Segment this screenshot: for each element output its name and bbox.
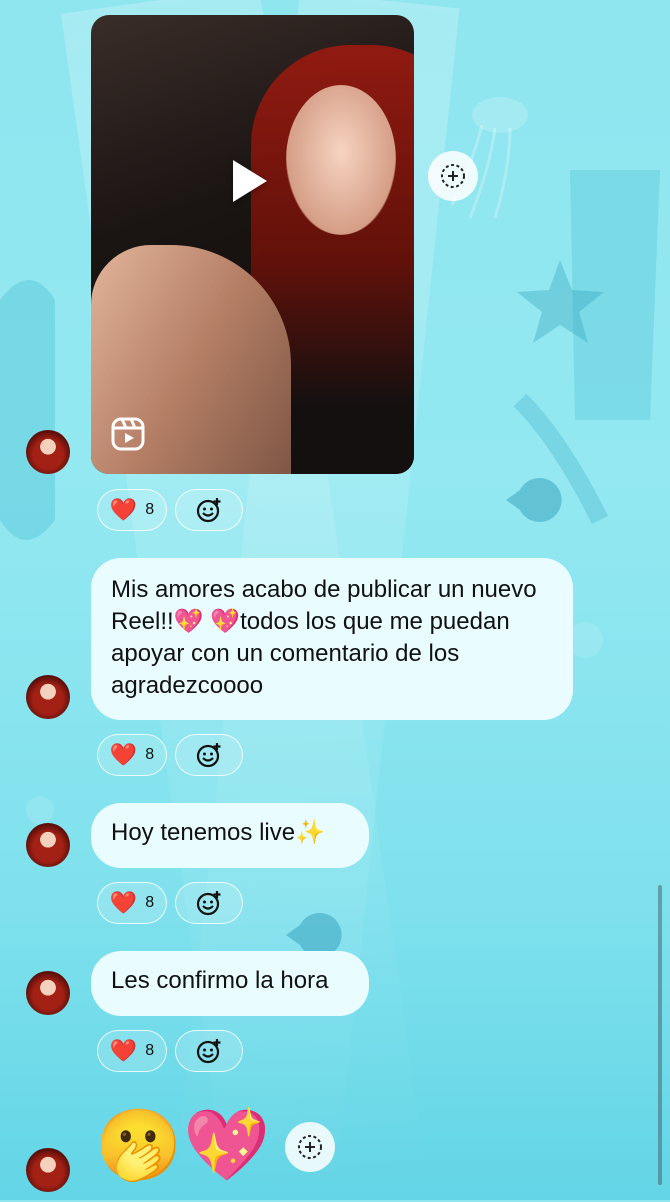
reaction-count: 8 bbox=[145, 894, 155, 911]
reels-icon bbox=[111, 417, 145, 451]
avatar[interactable] bbox=[26, 430, 70, 474]
add-reaction-icon bbox=[196, 498, 221, 523]
message-text: Les confirmo la hora bbox=[111, 967, 329, 994]
add-reaction-button[interactable] bbox=[175, 882, 243, 924]
reel-preview[interactable] bbox=[91, 15, 414, 474]
add-reaction-icon bbox=[196, 743, 221, 768]
heart-icon: ❤️ bbox=[109, 1038, 138, 1063]
heart-reaction[interactable]: ❤️ 8 bbox=[97, 734, 167, 776]
heart-icon: ❤️ bbox=[109, 497, 138, 522]
message-text: Hoy tenemos live✨ bbox=[111, 819, 325, 846]
avatar[interactable] bbox=[26, 1148, 70, 1192]
heart-reaction[interactable]: ❤️ 8 bbox=[97, 489, 167, 531]
reaction-row: ❤️ 8 bbox=[97, 489, 243, 531]
share-icon bbox=[441, 164, 465, 188]
share-button[interactable] bbox=[428, 151, 478, 201]
message-bubble[interactable]: Mis amores acabo de publicar un nuevo Re… bbox=[91, 558, 573, 720]
emoji-message[interactable]: 🫢 bbox=[95, 1110, 182, 1180]
add-reaction-icon bbox=[196, 891, 221, 916]
add-reaction-button[interactable] bbox=[175, 489, 243, 531]
reaction-count: 8 bbox=[145, 1042, 155, 1059]
avatar[interactable] bbox=[26, 675, 70, 719]
reaction-row: ❤️ 8 bbox=[97, 882, 243, 924]
message-bubble[interactable]: Hoy tenemos live✨ bbox=[91, 803, 369, 868]
avatar[interactable] bbox=[26, 971, 70, 1015]
heart-icon: ❤️ bbox=[109, 742, 138, 767]
reaction-row: ❤️ 8 bbox=[97, 1030, 243, 1072]
heart-reaction[interactable]: ❤️ 8 bbox=[97, 1030, 167, 1072]
heart-reaction[interactable]: ❤️ 8 bbox=[97, 882, 167, 924]
reel-thumbnail-face bbox=[286, 85, 396, 235]
heart-icon: ❤️ bbox=[109, 890, 138, 915]
add-reaction-icon bbox=[196, 1039, 221, 1064]
avatar[interactable] bbox=[26, 823, 70, 867]
play-icon[interactable] bbox=[233, 160, 267, 202]
scrollbar[interactable] bbox=[658, 885, 662, 1185]
emoji-message[interactable]: 💖 bbox=[183, 1110, 270, 1180]
message-bubble[interactable]: Les confirmo la hora bbox=[91, 951, 369, 1016]
share-button[interactable] bbox=[285, 1122, 335, 1172]
add-reaction-button[interactable] bbox=[175, 734, 243, 776]
add-reaction-button[interactable] bbox=[175, 1030, 243, 1072]
share-icon bbox=[298, 1135, 322, 1159]
reaction-count: 8 bbox=[145, 746, 155, 763]
reaction-row: ❤️ 8 bbox=[97, 734, 243, 776]
reaction-count: 8 bbox=[145, 501, 155, 518]
message-text: Mis amores acabo de publicar un nuevo Re… bbox=[111, 576, 537, 699]
